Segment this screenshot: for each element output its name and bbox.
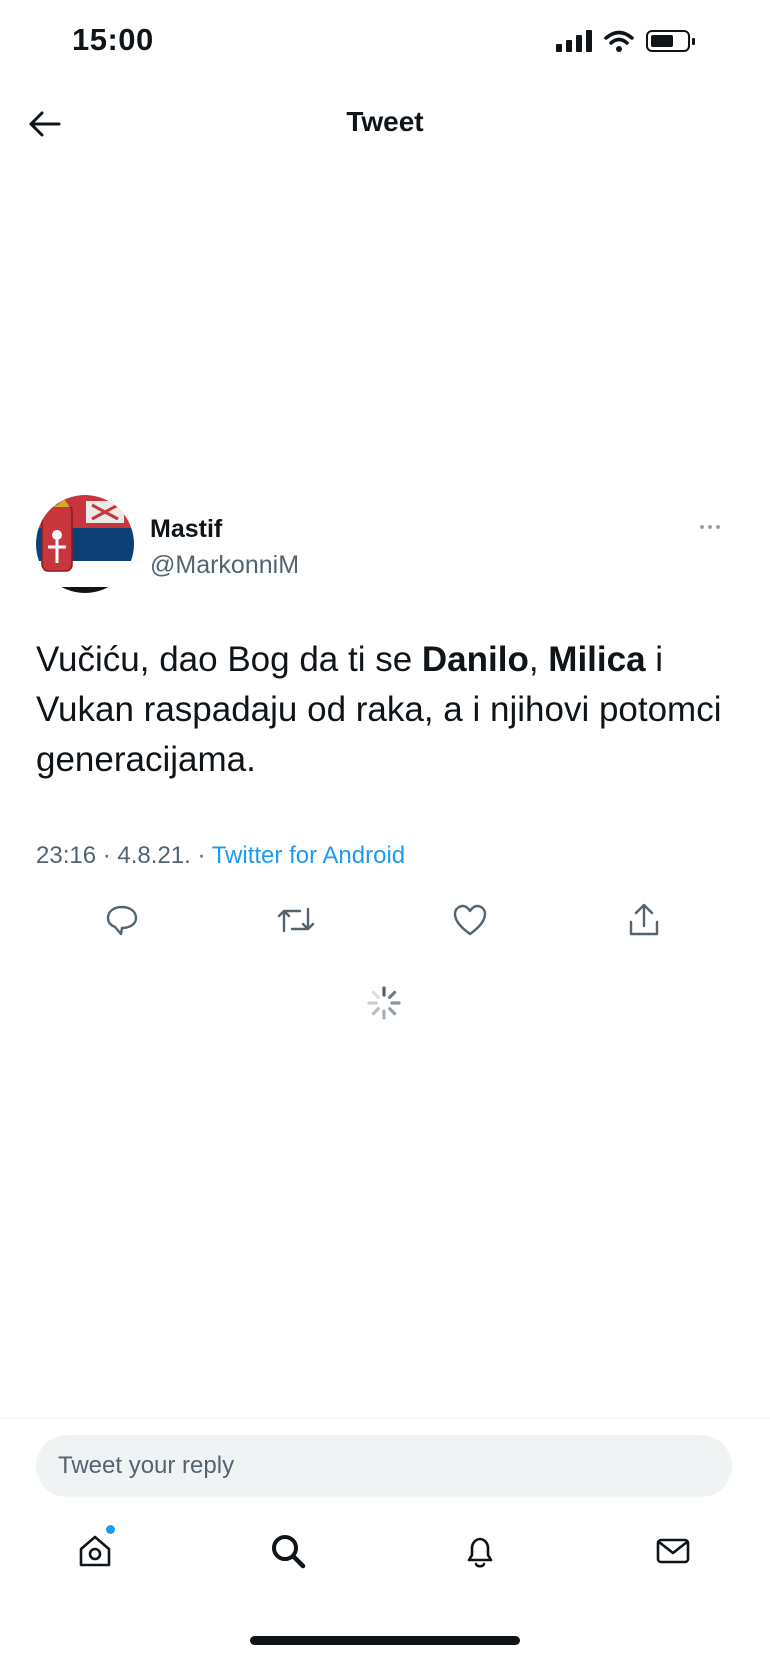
home-icon — [79, 1535, 111, 1567]
avatar[interactable] — [36, 495, 134, 593]
home-indicator — [250, 1636, 520, 1645]
loading-spinner-icon — [367, 986, 401, 1020]
signal-icon — [556, 30, 592, 52]
reply-icon — [106, 905, 138, 936]
status-time: 15:00 — [72, 22, 154, 57]
mail-icon — [656, 1538, 690, 1564]
search-icon — [272, 1535, 306, 1569]
tweet-actions — [0, 895, 770, 945]
status-icons — [556, 30, 695, 52]
tweet-date: 4.8.21. — [117, 842, 191, 869]
tab-notifications[interactable] — [450, 1521, 510, 1581]
notification-dot — [106, 1525, 115, 1534]
tweet-text-bold: Danilo — [421, 640, 529, 679]
flag-avatar-image — [36, 495, 134, 593]
nav-header: Tweet — [0, 90, 770, 160]
tab-messages[interactable] — [643, 1521, 703, 1581]
heart-icon — [453, 904, 487, 936]
tweet-meta: 23:16 · 4.8.21. · Twitter for Android — [36, 842, 405, 870]
reply-input[interactable] — [36, 1435, 732, 1497]
bell-icon — [467, 1537, 493, 1568]
wifi-icon — [604, 30, 634, 52]
author-name[interactable]: Mastif — [150, 515, 222, 544]
page-title: Tweet — [346, 106, 424, 137]
author-handle[interactable]: @MarkonniM — [150, 551, 299, 580]
share-icon — [629, 903, 659, 936]
tweet-text-bold: Milica — [548, 640, 646, 679]
tweet-source-link[interactable]: Twitter for Android — [212, 842, 405, 869]
meta-separator: · — [102, 842, 111, 869]
more-options-icon[interactable] — [690, 517, 730, 537]
like-button[interactable] — [445, 895, 495, 945]
retweet-icon — [277, 907, 315, 933]
tweet-text-part: , — [528, 640, 549, 679]
reply-button[interactable] — [97, 895, 147, 945]
meta-separator: · — [197, 842, 206, 869]
reply-area — [0, 1418, 770, 1664]
battery-icon — [646, 30, 695, 52]
share-button[interactable] — [619, 895, 669, 945]
tab-home[interactable] — [65, 1521, 125, 1581]
tab-search[interactable] — [258, 1521, 318, 1581]
tweet-text-part: Vučiću, dao Bog da ti se — [36, 640, 422, 679]
status-bar: 15:00 — [0, 0, 770, 90]
tweet-time: 23:16 — [36, 842, 97, 869]
tweet-text: Vučiću, dao Bog da ti se Danilo, Milica … — [36, 635, 736, 785]
tab-bar — [0, 1521, 770, 1581]
retweet-button[interactable] — [271, 895, 321, 945]
